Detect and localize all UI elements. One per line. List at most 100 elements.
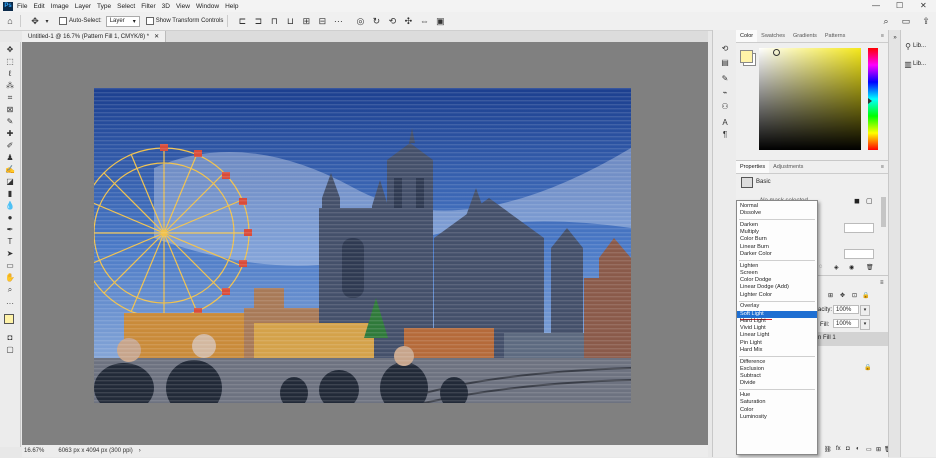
apply-mask-icon[interactable]: ◈: [834, 264, 839, 271]
move-tool-icon[interactable]: ✥: [4, 44, 16, 55]
blend-mode-linear-light[interactable]: Linear Light: [737, 332, 817, 339]
tab-adjustments[interactable]: Adjustments: [769, 164, 807, 170]
healing-brush-tool-icon[interactable]: ✚: [4, 128, 16, 139]
menu-select[interactable]: Select: [117, 3, 135, 10]
blend-mode-pin-light[interactable]: Pin Light: [737, 340, 817, 347]
camera-icon[interactable]: ▣: [434, 15, 446, 27]
new-layer-icon[interactable]: ⊞: [876, 446, 881, 453]
tab-patterns[interactable]: Patterns: [821, 33, 849, 39]
delete-mask-icon[interactable]: 🗑: [866, 264, 874, 271]
add-mask-icon[interactable]: ◘: [846, 446, 850, 452]
auto-select-checkbox[interactable]: [59, 17, 67, 25]
lock-artboard-icon[interactable]: ⊡: [852, 292, 857, 299]
screen-mode-icon[interactable]: ▢: [4, 344, 16, 355]
quick-select-tool-icon[interactable]: ⁂: [4, 80, 16, 91]
lock-pixels-icon[interactable]: ⊞: [828, 292, 833, 299]
pen-tool-icon[interactable]: ✒: [4, 224, 16, 235]
layer-row-pattern-fill[interactable]: n Fill 1: [816, 332, 888, 346]
blur-tool-icon[interactable]: 💧: [4, 200, 16, 211]
align-left-icon[interactable]: ⊏: [236, 15, 248, 27]
restore-button[interactable]: ☐: [896, 1, 903, 10]
menu-edit[interactable]: Edit: [33, 3, 44, 10]
picker-cursor[interactable]: [773, 49, 780, 56]
blend-mode-multiply[interactable]: Multiply: [737, 229, 817, 236]
blend-mode-hard-mix[interactable]: Hard Mix: [737, 347, 817, 354]
lock-all-icon[interactable]: 🔒: [862, 292, 869, 299]
new-adjustment-icon[interactable]: ◐: [856, 446, 860, 452]
blend-mode-darken[interactable]: Darken: [737, 222, 817, 229]
blend-mode-divide[interactable]: Divide: [737, 380, 817, 387]
move-tool-icon[interactable]: ✥: [29, 15, 41, 27]
blend-mode-hard-light[interactable]: Hard Light: [737, 318, 817, 325]
type-tool-icon[interactable]: T: [4, 236, 16, 247]
brush-settings-icon[interactable]: ⌁: [718, 86, 732, 98]
brush-tool-icon[interactable]: ✐: [4, 140, 16, 151]
marquee-tool-icon[interactable]: ⬚: [4, 56, 16, 67]
blend-mode-exclusion[interactable]: Exclusion: [737, 366, 817, 373]
menu-window[interactable]: Window: [196, 3, 219, 10]
link-layers-icon[interactable]: ⛓: [824, 446, 832, 453]
panel-menu-icon[interactable]: ≡: [880, 280, 884, 286]
roll-icon[interactable]: ⟲: [386, 15, 398, 27]
layer-style-icon[interactable]: fx: [836, 446, 841, 452]
orbit-icon[interactable]: ↻: [370, 15, 382, 27]
document-image[interactable]: [94, 88, 631, 403]
menu-layer[interactable]: Layer: [75, 3, 91, 10]
close-window-button[interactable]: ✕: [920, 1, 927, 10]
blend-mode-normal[interactable]: Normal: [737, 203, 817, 210]
tab-color[interactable]: Color: [736, 30, 758, 42]
gradient-tool-icon[interactable]: ▮: [4, 188, 16, 199]
align-center-icon[interactable]: ⊐: [252, 15, 264, 27]
brushes-panel-icon[interactable]: ✎: [718, 72, 732, 84]
blend-mode-darker-color[interactable]: Darker Color: [737, 251, 817, 258]
blend-mode-color[interactable]: Color: [737, 407, 817, 414]
tab-swatches[interactable]: Swatches: [757, 33, 789, 39]
blend-mode-lighter-color[interactable]: Lighter Color: [737, 292, 817, 299]
align-bottom-icon[interactable]: ⊟: [316, 15, 328, 27]
history-panel-icon[interactable]: ⟲: [718, 42, 732, 54]
blend-mode-lighten[interactable]: Lighten: [737, 263, 817, 270]
menu-image[interactable]: Image: [51, 3, 69, 10]
frame-tool-icon[interactable]: ⊠: [4, 104, 16, 115]
slide-3d-icon[interactable]: ⇔: [418, 15, 430, 27]
show-transform-checkbox[interactable]: [145, 17, 154, 25]
panel-menu-icon[interactable]: ≡: [877, 33, 888, 39]
blend-mode-overlay[interactable]: Overlay: [737, 303, 817, 310]
align-top-icon[interactable]: ⊔: [284, 15, 296, 27]
load-selection-icon[interactable]: ◌: [819, 264, 823, 270]
hand-tool-icon[interactable]: ✋: [4, 272, 16, 283]
menu-file[interactable]: File: [17, 3, 27, 10]
minimize-button[interactable]: —: [872, 1, 880, 10]
document-tab[interactable]: Untitled-1 @ 16.7% (Pattern Fill 1, CMYK…: [22, 31, 167, 42]
crop-tool-icon[interactable]: ⌗: [4, 92, 16, 103]
clone-source-icon[interactable]: ⚇: [718, 100, 732, 112]
density-field[interactable]: [844, 223, 874, 233]
chevron-right-icon[interactable]: ›: [139, 448, 141, 454]
menu-3d[interactable]: 3D: [162, 3, 170, 10]
eraser-tool-icon[interactable]: ◪: [4, 176, 16, 187]
chevron-down-icon[interactable]: ▾: [41, 15, 53, 27]
zoom-level[interactable]: 16.67%: [24, 448, 44, 454]
blend-mode-menu[interactable]: Normal Dissolve Darken Multiply Color Burn Li…: [736, 200, 818, 455]
home-icon[interactable]: ⌂: [4, 15, 16, 27]
lasso-tool-icon[interactable]: ℓ: [4, 68, 16, 79]
blend-mode-luminosity[interactable]: Luminosity: [737, 414, 817, 421]
menu-type[interactable]: Type: [97, 3, 111, 10]
menu-filter[interactable]: Filter: [141, 3, 155, 10]
tool-presets-icon[interactable]: ▤: [718, 56, 732, 68]
color-swatches-icon[interactable]: [4, 314, 17, 327]
more-tools-icon[interactable]: ···: [4, 298, 16, 309]
blend-mode-vivid-light[interactable]: Vivid Light: [737, 325, 817, 332]
align-right-icon[interactable]: ⊓: [268, 15, 280, 27]
hue-slider-handle[interactable]: [868, 98, 872, 104]
lock-position-icon[interactable]: ✥: [840, 292, 845, 299]
libraries-label-2[interactable]: Lib...: [913, 61, 926, 67]
pixel-mask-icon[interactable]: ◼: [854, 197, 860, 205]
path-selection-tool-icon[interactable]: ➤: [4, 248, 16, 259]
blend-mode-saturation[interactable]: Saturation: [737, 399, 817, 406]
character-panel-icon[interactable]: A: [718, 116, 732, 128]
pan-3d-icon[interactable]: ✣: [402, 15, 414, 27]
blend-mode-dissolve[interactable]: Dissolve: [737, 210, 817, 217]
blend-mode-linear-dodge-add[interactable]: Linear Dodge (Add): [737, 284, 817, 291]
color-picker-field[interactable]: [759, 48, 861, 150]
